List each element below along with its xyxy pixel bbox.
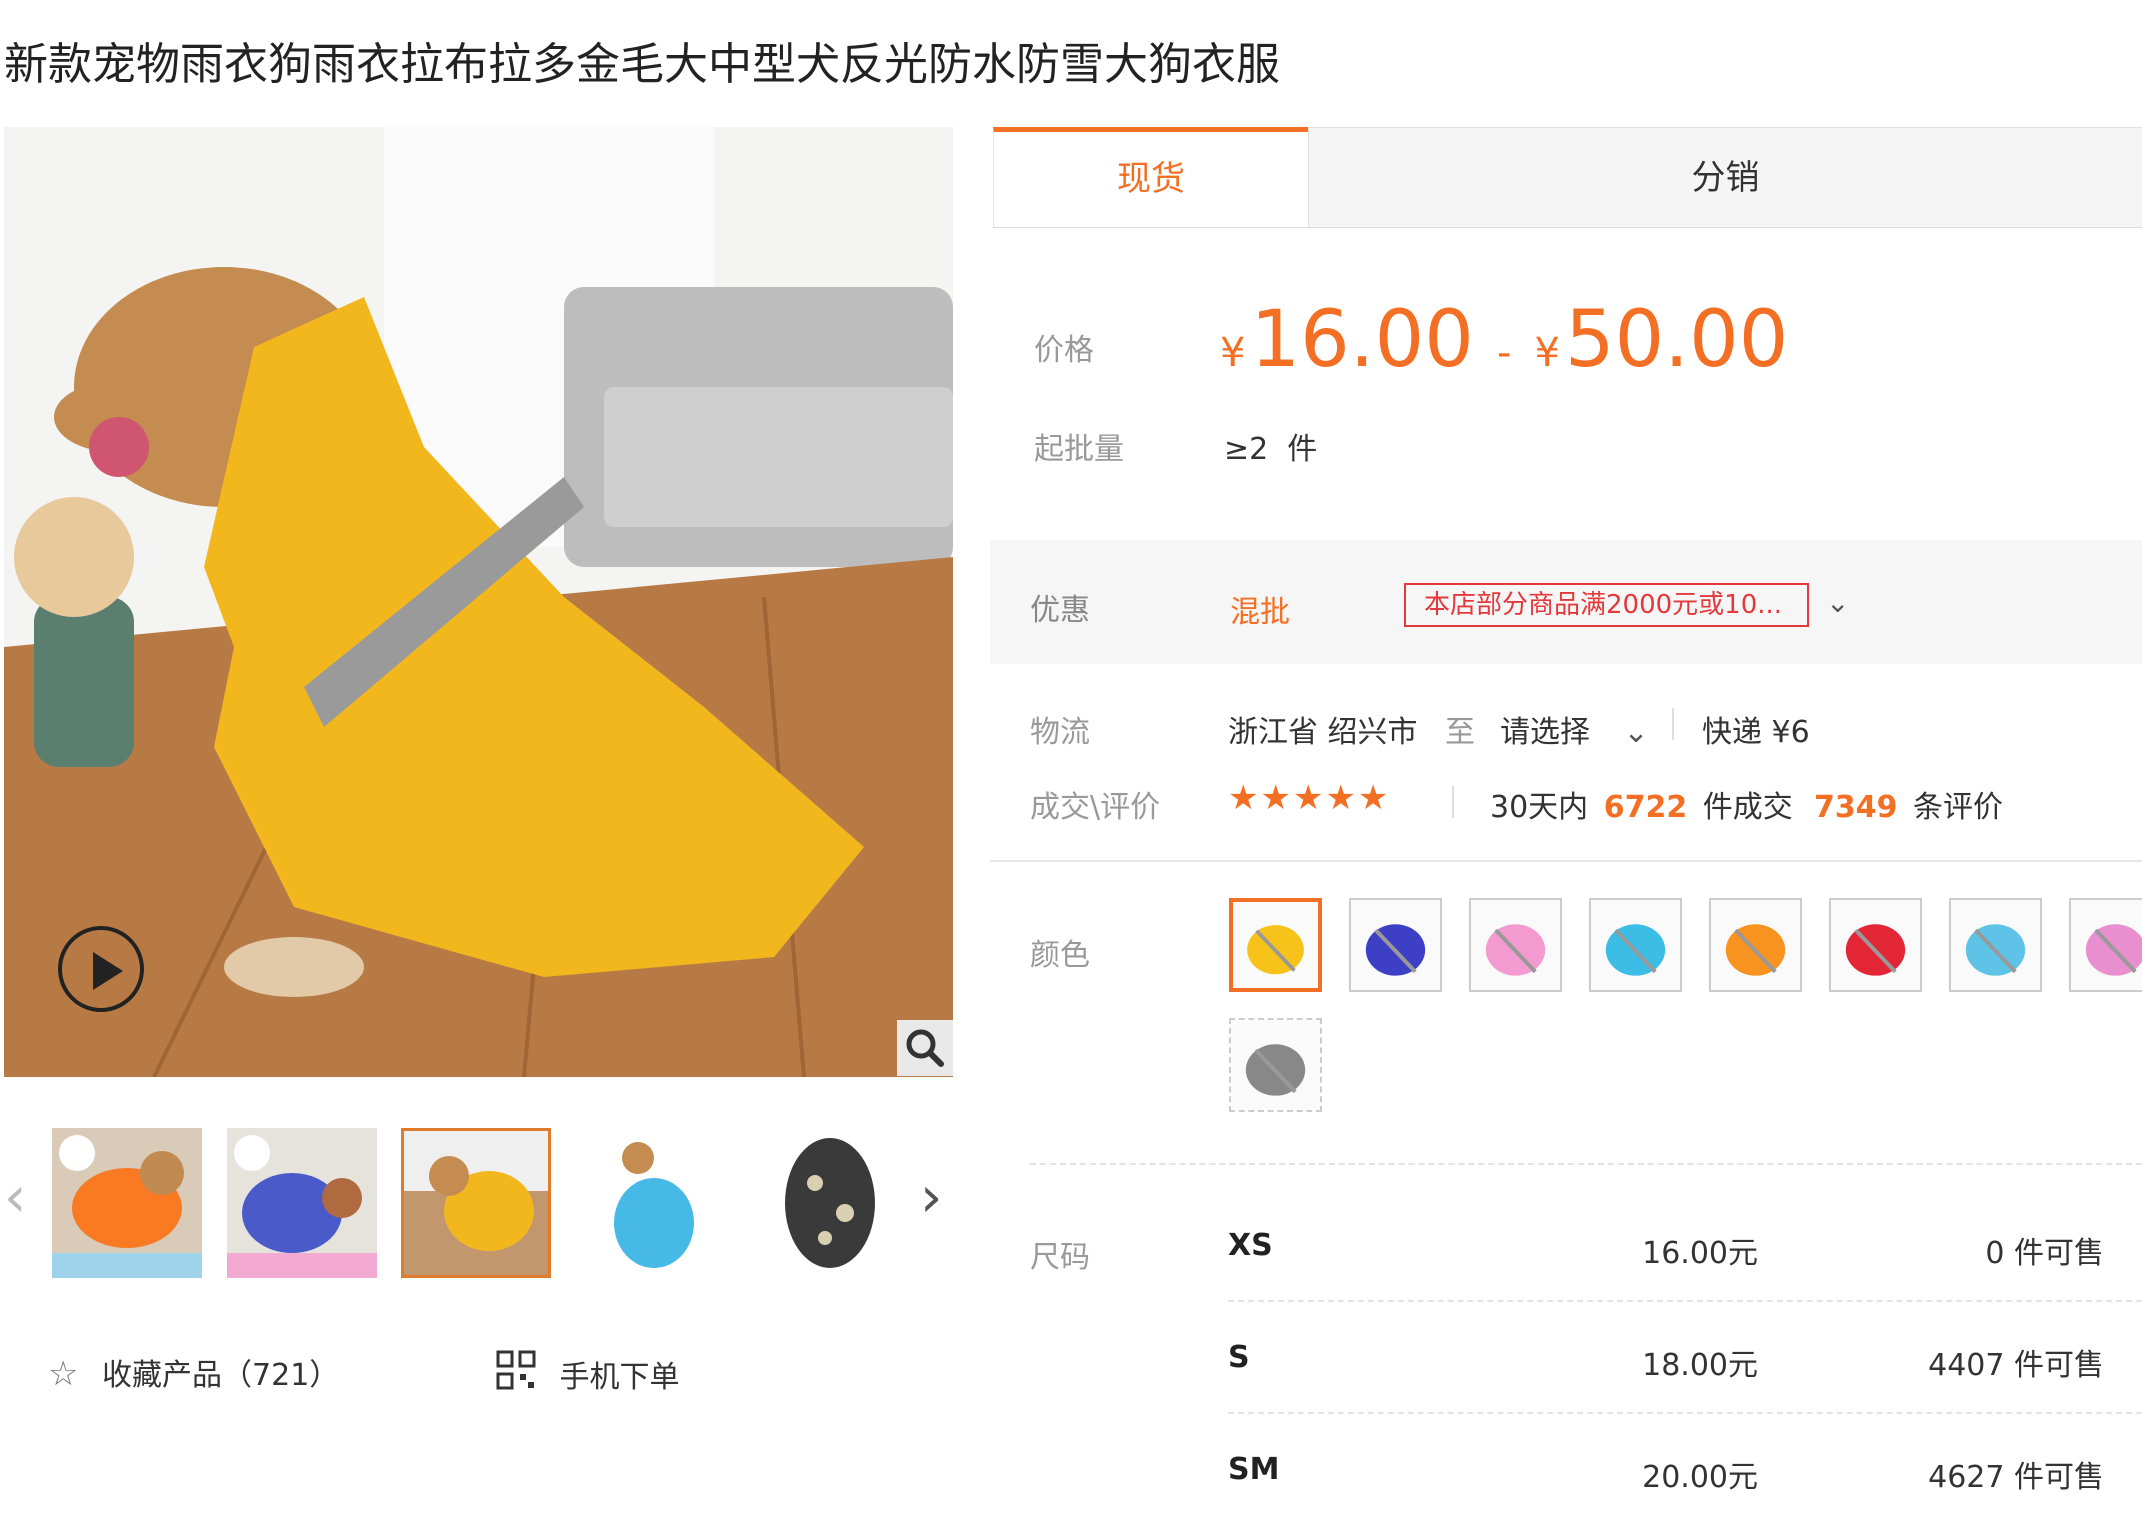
thumbnail-3[interactable] [401,1128,551,1278]
play-video-icon[interactable] [58,926,144,1012]
divider [1228,1300,2142,1302]
thumbnail-4[interactable] [576,1128,726,1278]
thumbnail-5[interactable] [750,1128,900,1278]
reviews-label: 成交\评价 [1030,790,1161,825]
thumb-next-arrow-icon[interactable]: › [920,1165,942,1230]
moq-value: ≥2 件 [1224,432,1318,467]
size-name: S [1228,1340,1250,1375]
deals-days: 30天内 [1490,790,1589,825]
price-range: ¥ 16.00 - ¥ 50.00 [1220,295,1788,385]
color-swatch-9[interactable] [1229,1018,1322,1112]
mobile-order-label: 手机下单 [559,1360,680,1395]
shipping-fee: 快递 ¥6 [1702,715,1810,750]
mobile-order[interactable]: 手机下单 [496,1350,680,1398]
deals-unit: 件成交 [1702,790,1793,825]
moq-label: 起批量 [1034,432,1124,467]
promo-type: 混批 [1230,595,1290,630]
destination-select-label: 请选择 [1500,715,1590,750]
offer-tabs: 现货 分销 [993,127,2142,228]
price-low: 16.00 [1250,295,1474,385]
size-price: 20.00元 [1642,1460,1758,1495]
divider [1452,786,1454,818]
divider [1672,708,1674,740]
thumb-prev-arrow-icon[interactable]: ‹ [4,1165,26,1230]
size-stock: 4627 件可售 [1928,1460,2104,1495]
chevron-down-icon[interactable]: ⌄ [1826,586,1849,619]
rating-stars: ★★★★★ [1228,778,1391,818]
size-name: XS [1228,1228,1273,1263]
color-swatch-1[interactable] [1229,898,1322,992]
tab-distribution[interactable]: 分销 [1308,127,2142,227]
chevron-down-icon: ⌄ [1623,715,1649,750]
review-count: 7349 [1814,790,1898,825]
logistics-origin: 浙江省 绍兴市 [1228,715,1418,750]
logistics-label: 物流 [1030,715,1090,750]
price-label: 价格 [1034,333,1094,368]
currency-symbol: ¥ [1220,330,1246,376]
main-product-image[interactable] [4,127,953,1077]
product-title: 新款宠物雨衣狗雨衣拉布拉多金毛大中型犬反光防水防雪大狗衣服 [4,39,1280,90]
color-swatch-6[interactable] [1829,898,1922,992]
price-dash: - [1496,330,1512,376]
thumbnail-1[interactable] [52,1128,202,1278]
color-swatch-8[interactable] [2069,898,2142,992]
qr-code-icon [496,1350,536,1398]
color-label: 颜色 [1030,938,1090,973]
logistics-destination-select[interactable]: 请选择 ⌄ [1500,707,1649,751]
favorite-label: 收藏产品（721） [102,1358,340,1393]
zoom-icon[interactable] [897,1020,953,1076]
size-price: 18.00元 [1642,1348,1758,1383]
currency-symbol: ¥ [1534,330,1560,376]
review-unit: 条评价 [1913,790,2004,825]
divider [1030,1163,2142,1165]
review-summary[interactable]: 7349 条评价 [1814,782,2003,826]
color-swatch-5[interactable] [1709,898,1802,992]
promo-label: 优惠 [1030,593,1090,628]
size-stock: 0 件可售 [1985,1236,2104,1271]
size-name: SM [1228,1452,1280,1487]
color-swatch-7[interactable] [1949,898,2042,992]
star-outline-icon: ☆ [48,1354,79,1394]
logistics-to: 至 [1445,715,1475,750]
size-price: 16.00元 [1642,1236,1758,1271]
divider [990,860,2142,862]
color-swatch-3[interactable] [1469,898,1562,992]
favorite-product[interactable]: ☆ 收藏产品（721） [48,1350,339,1394]
size-label: 尺码 [1030,1240,1090,1275]
thumbnail-2[interactable] [227,1128,377,1278]
color-swatch-2[interactable] [1349,898,1442,992]
deals-count: 6722 [1603,790,1688,825]
divider [1228,1412,2142,1414]
promo-tag[interactable]: 本店部分商品满2000元或10... [1404,583,1809,627]
size-stock: 4407 件可售 [1928,1348,2104,1383]
tab-in-stock[interactable]: 现货 [993,127,1308,227]
color-swatch-4[interactable] [1589,898,1682,992]
price-high: 50.00 [1565,295,1789,385]
deals-summary[interactable]: 30天内 6722 件成交 [1490,782,1793,826]
